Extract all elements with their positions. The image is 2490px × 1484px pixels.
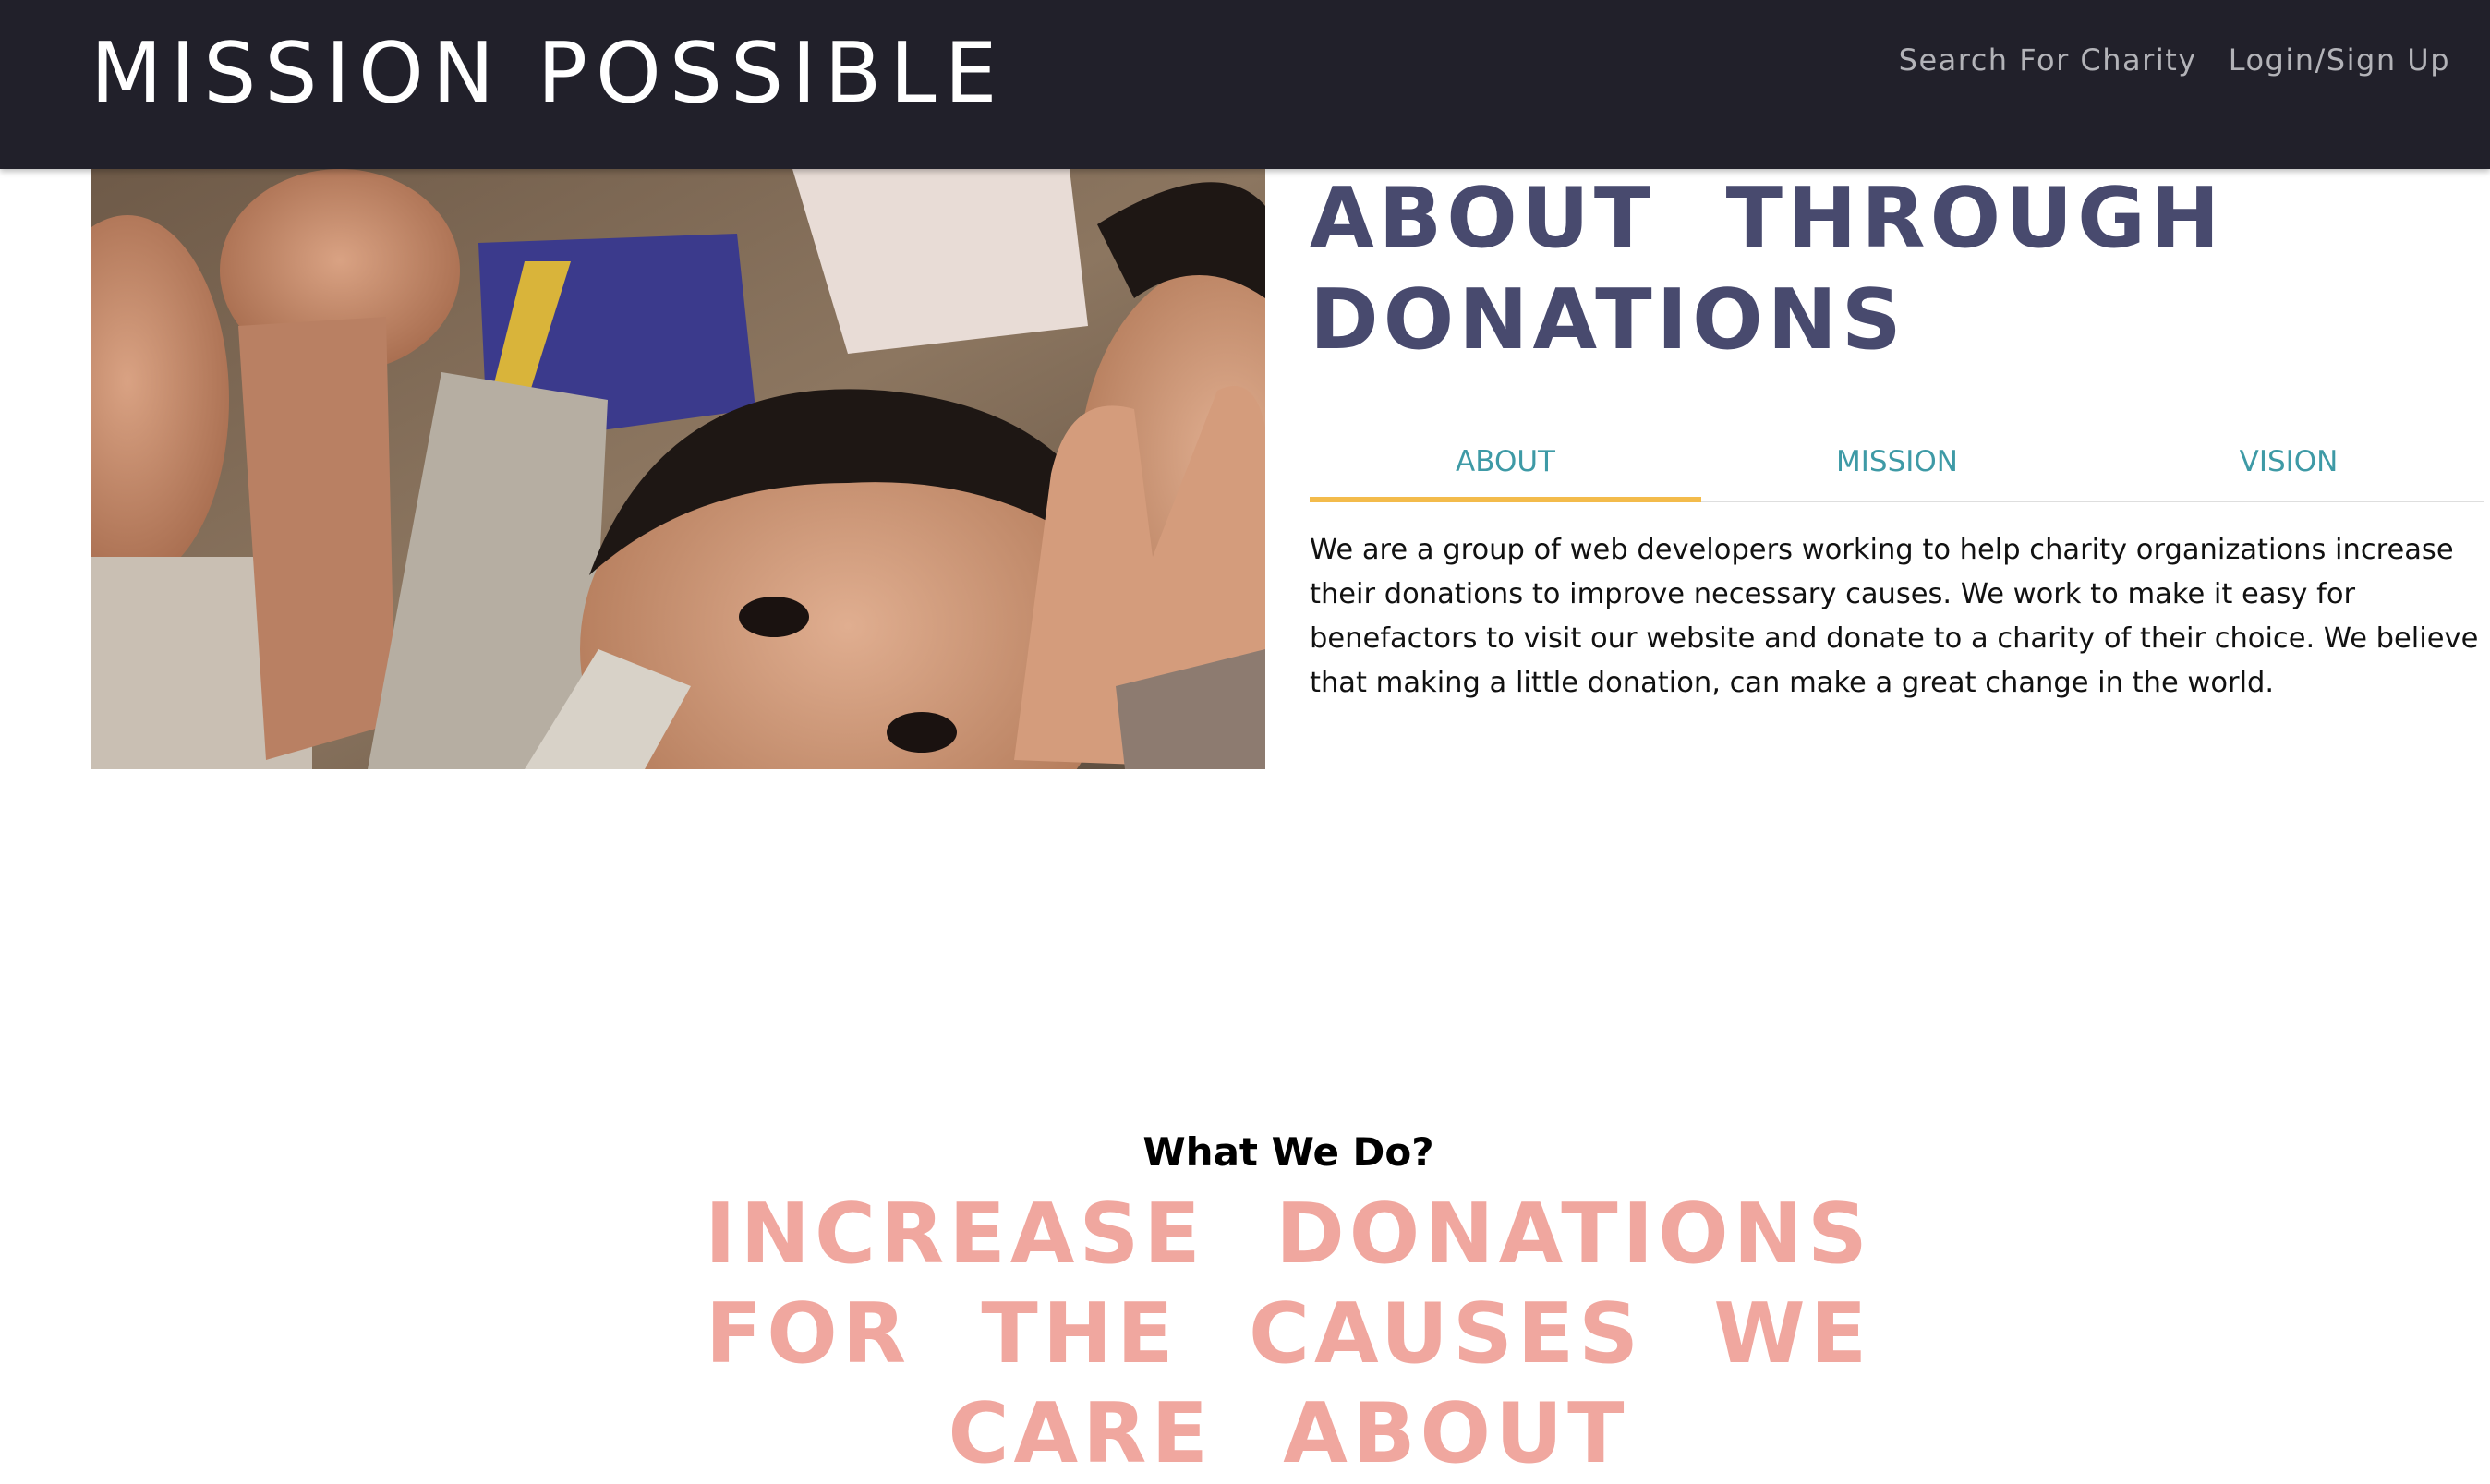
nav-link-login-sign-up[interactable]: Login/Sign Up bbox=[2229, 37, 2450, 83]
about-description: We are a group of web developers working… bbox=[1310, 534, 2479, 699]
nav-links: Search For Charity Login/Sign Up bbox=[1899, 37, 2450, 83]
navbar: MISSION POSSIBLE Search For Charity Logi… bbox=[0, 0, 2490, 169]
about-tabs: ABOUT MISSION VISION bbox=[1310, 434, 2484, 502]
brand-logo[interactable]: MISSION POSSIBLE bbox=[91, 28, 1005, 120]
about-heading: ABOUT THROUGH DONATIONS bbox=[1310, 170, 2225, 368]
tab-vision[interactable]: VISION bbox=[2093, 434, 2484, 501]
nav-link-search-for-charity[interactable]: Search For Charity bbox=[1899, 37, 2197, 83]
hero-image-illustration bbox=[91, 169, 1265, 769]
what-we-do-subtitle: What We Do? bbox=[1142, 1129, 1434, 1175]
tab-mission[interactable]: MISSION bbox=[1701, 434, 2093, 501]
tab-about[interactable]: ABOUT bbox=[1310, 434, 1701, 502]
hero-image bbox=[91, 169, 1265, 769]
what-we-do-headline: INCREASE DONATIONS FOR THE CAUSES WE CAR… bbox=[705, 1186, 1872, 1482]
